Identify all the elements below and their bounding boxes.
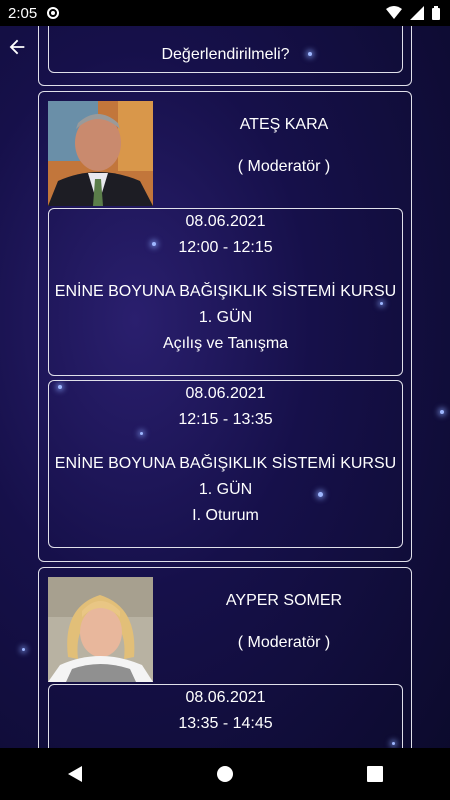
battery-icon [432, 6, 440, 20]
speaker-role: ( Moderatör ) [237, 158, 331, 175]
session-date: 08.06.2021 [185, 385, 266, 402]
session-time: 12:15 - 13:35 [178, 411, 273, 428]
session-day: 1. GÜN [198, 481, 253, 498]
session-course: ENİNE BOYUNA BAĞIŞIKLIK SİSTEMİ KURSU [54, 283, 397, 300]
circle-home-icon [217, 766, 233, 782]
session-item[interactable]: Değerlendirilmeli? [48, 26, 403, 73]
notification-icon [47, 7, 60, 19]
arrow-left-icon [9, 39, 25, 55]
status-time: 2:05 [8, 4, 38, 22]
speaker-card: AYPER SOMER ( Moderatör ) 08.06.2021 13:… [38, 567, 412, 748]
session-day: 1. GÜN [198, 309, 253, 326]
nav-home-button[interactable] [195, 754, 255, 794]
session-date: 08.06.2021 [185, 689, 266, 706]
session-item[interactable]: 08.06.2021 13:35 - 14:45 [48, 684, 403, 748]
session-course: ENİNE BOYUNA BAĞIŞIKLIK SİSTEMİ KURSU [54, 455, 397, 472]
session-item[interactable]: 08.06.2021 12:15 - 13:35 ENİNE BOYUNA BA… [48, 380, 403, 548]
session-time: 13:35 - 14:45 [178, 715, 273, 732]
system-nav-bar [0, 748, 450, 800]
speaker-card: Değerlendirilmeli? [38, 26, 412, 86]
session-title: I. Oturum [192, 507, 259, 524]
signal-icon [410, 6, 424, 20]
speaker-photo [48, 577, 153, 682]
status-bar: 2:05 [0, 0, 450, 26]
square-recents-icon [367, 766, 383, 782]
speaker-card: ATEŞ KARA ( Moderatör ) 08.06.2021 12:00… [38, 91, 412, 562]
nav-recents-button[interactable] [345, 754, 405, 794]
session-title: Açılış ve Tanışma [162, 335, 289, 352]
nav-back-button[interactable] [45, 754, 105, 794]
session-time: 12:00 - 12:15 [178, 239, 273, 256]
speaker-photo [48, 101, 153, 206]
content-scroll[interactable]: Değerlendirilmeli? ATEŞ KARA ( Moderatör… [0, 26, 450, 748]
session-title: Değerlendirilmeli? [161, 46, 290, 63]
session-item[interactable]: 08.06.2021 12:00 - 12:15 ENİNE BOYUNA BA… [48, 208, 403, 376]
speaker-name: ATEŞ KARA [239, 116, 329, 133]
session-date: 08.06.2021 [185, 213, 266, 230]
speaker-role: ( Moderatör ) [237, 634, 331, 651]
back-button[interactable] [6, 36, 30, 60]
speaker-name: AYPER SOMER [225, 592, 343, 609]
triangle-back-icon [68, 766, 82, 782]
wifi-icon [386, 6, 402, 19]
